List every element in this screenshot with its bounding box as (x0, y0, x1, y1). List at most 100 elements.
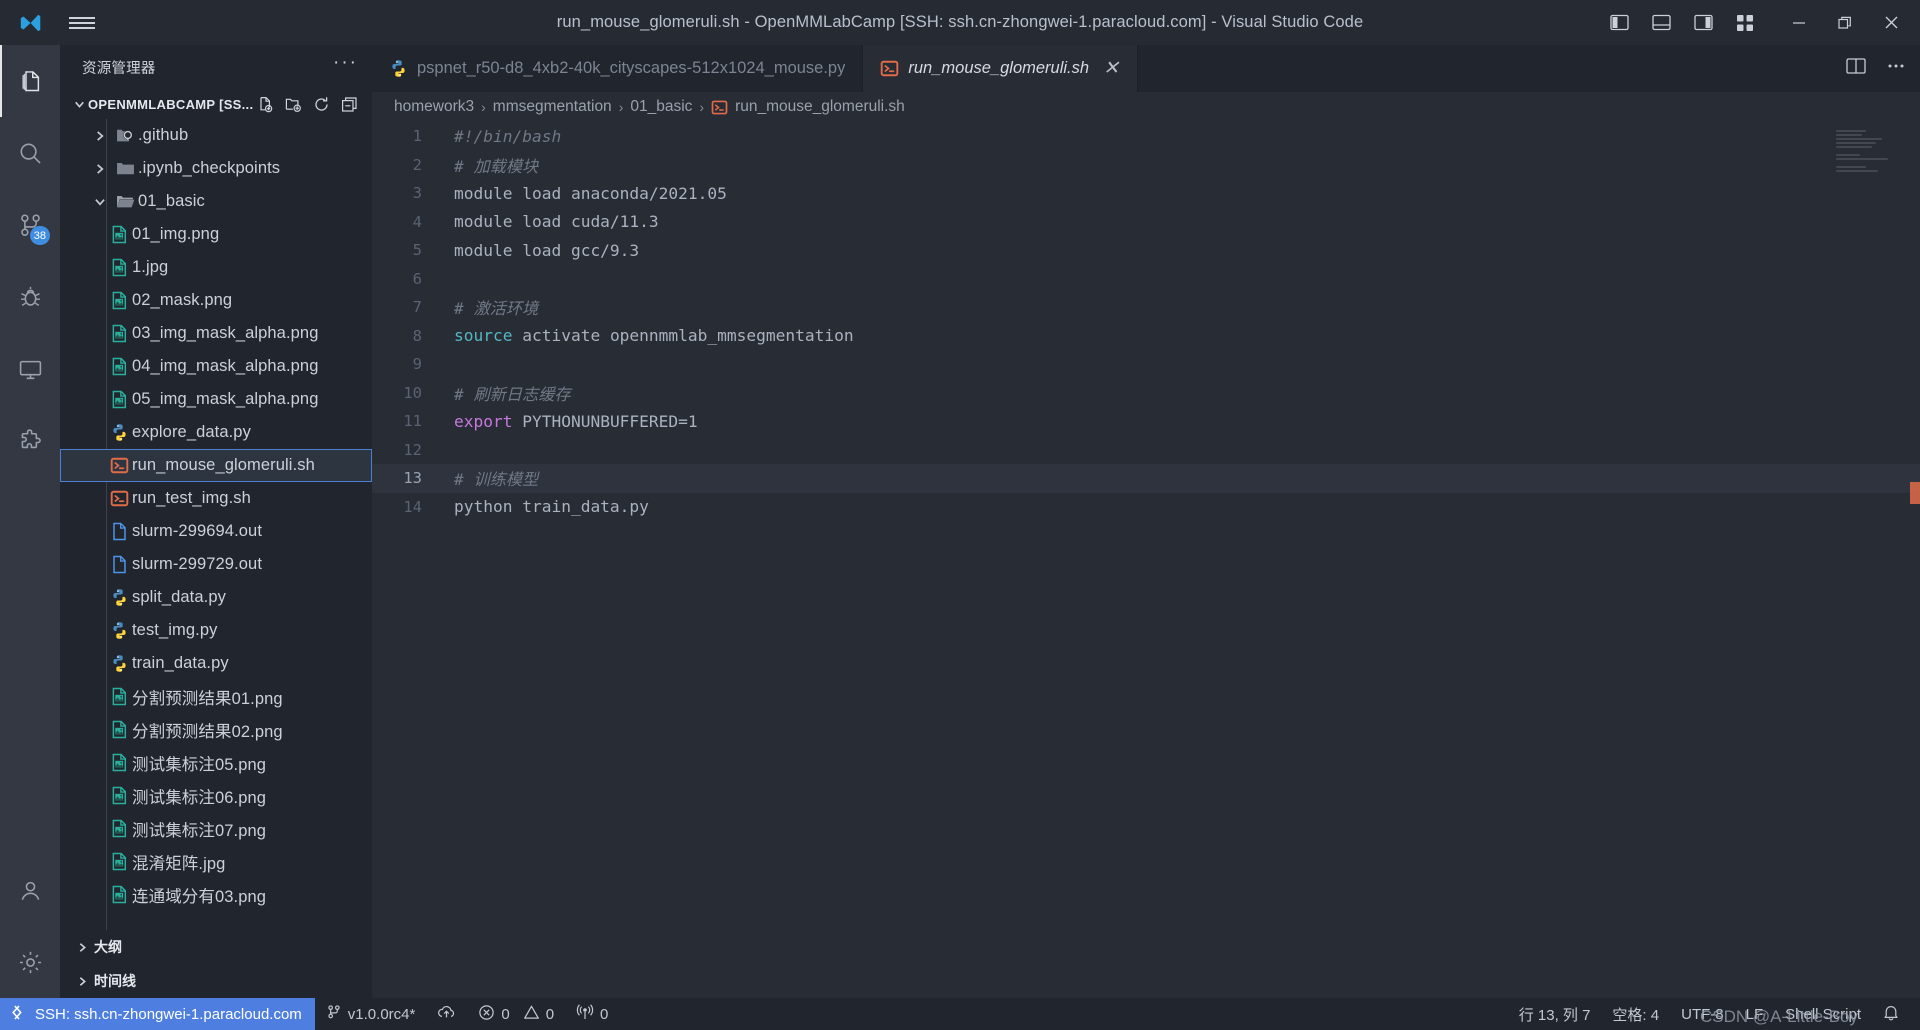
code-editor[interactable]: 1 #!/bin/bash 2 # 加载模块 3 module load anaconda… (372, 122, 1920, 998)
tree-file-row[interactable]: 测试集标注05.png (60, 746, 372, 779)
breadcrumb-item[interactable]: 01_basic (630, 98, 692, 116)
activity-item-search[interactable] (0, 117, 60, 189)
status-indentation[interactable]: 空格: 4 (1601, 998, 1670, 1030)
code-line[interactable]: 1 #!/bin/bash (372, 122, 1920, 151)
code-line[interactable]: 10 # 刷新日志缓存 (372, 379, 1920, 408)
close-button[interactable] (1868, 0, 1914, 45)
status-line-column[interactable]: 行 13, 列 7 (1508, 998, 1602, 1030)
tree-folder-row[interactable]: .ipynb_checkpoints (60, 152, 372, 185)
activity-item-run-debug[interactable] (0, 261, 60, 333)
customize-layout-icon[interactable] (1724, 0, 1766, 45)
explorer-root-section-header[interactable]: OPENMMLABCAMP [SS... (60, 89, 372, 119)
sidebar-more-actions-icon[interactable]: ··· (333, 53, 358, 77)
code-line[interactable]: 9 (372, 350, 1920, 379)
tree-file-row[interactable]: 连通域分有03.png (60, 878, 372, 911)
tree-file-row[interactable]: slurm-299694.out (60, 515, 372, 548)
image-file-icon (106, 390, 132, 409)
activity-item-explorer[interactable] (0, 45, 60, 117)
activity-item-source-control[interactable]: 38 (0, 189, 60, 261)
minimap[interactable] (1836, 130, 1898, 176)
refresh-icon[interactable] (312, 95, 330, 113)
status-notifications[interactable] (1872, 998, 1910, 1030)
new-file-icon[interactable] (256, 95, 274, 113)
scrollbar-decoration[interactable] (1910, 482, 1920, 504)
breadcrumb-item[interactable]: mmsegmentation (493, 98, 612, 116)
code-line[interactable]: 6 (372, 265, 1920, 294)
breadcrumb-item[interactable]: run_mouse_glomeruli.sh (711, 98, 905, 116)
toggle-primary-sidebar-icon[interactable] (1598, 0, 1640, 45)
file-tree[interactable]: .github .ipynb_checkpoints 01_basic 01_img.… (60, 119, 372, 930)
breadcrumb-item[interactable]: homework3 (394, 98, 474, 116)
tree-file-row[interactable]: slurm-299729.out (60, 548, 372, 581)
code-line[interactable]: 4 module load cuda/11.3 (372, 208, 1920, 237)
tree-file-row[interactable]: 测试集标注06.png (60, 779, 372, 812)
shell-file-icon (106, 456, 132, 475)
code-line[interactable]: 7 # 激活环境 (372, 293, 1920, 322)
tree-file-row[interactable]: 测试集标注07.png (60, 812, 372, 845)
status-ports[interactable]: 0 (565, 998, 619, 1030)
tree-folder-row[interactable]: 01_basic (60, 185, 372, 218)
status-source-control[interactable]: v1.0.0rc4* (315, 998, 427, 1030)
tree-file-row[interactable]: 混淆矩阵.jpg (60, 845, 372, 878)
tree-file-row[interactable]: 1.jpg (60, 251, 372, 284)
editor-tab[interactable]: run_mouse_glomeruli.sh ✕ (863, 45, 1139, 92)
collapse-all-icon[interactable] (340, 95, 358, 113)
status-eol[interactable]: LF (1735, 998, 1775, 1030)
sidebar-section-timeline[interactable]: 时间线 (60, 964, 372, 998)
code-token: # 加载模块 (454, 156, 539, 176)
close-icon[interactable]: ✕ (1102, 59, 1120, 78)
tree-file-row[interactable]: 03_img_mask_alpha.png (60, 317, 372, 350)
editor-tabs[interactable]: pspnet_r50-d8_4xb2-40k_cityscapes-512x10… (372, 45, 1920, 92)
split-editor-icon[interactable] (1846, 57, 1866, 80)
tree-file-row[interactable]: 分割预测结果01.png (60, 680, 372, 713)
activity-item-remote-explorer[interactable] (0, 333, 60, 405)
tree-file-row[interactable]: 05_img_mask_alpha.png (60, 383, 372, 416)
code-line[interactable]: 13 # 训练模型 (372, 464, 1920, 493)
activity-item-accounts[interactable] (0, 854, 60, 926)
menu-hamburger-button[interactable] (60, 0, 104, 45)
tree-file-row[interactable]: 分割预测结果02.png (60, 713, 372, 746)
tree-file-row[interactable]: 04_img_mask_alpha.png (60, 350, 372, 383)
toggle-secondary-sidebar-icon[interactable] (1682, 0, 1724, 45)
breadcrumb[interactable]: homework3 › mmsegmentation › 01_basic › run_mo… (372, 92, 1920, 122)
activity-item-extensions[interactable] (0, 405, 60, 477)
chevron-down-icon[interactable] (88, 195, 112, 209)
status-encoding[interactable]: UTF-8 (1670, 998, 1735, 1030)
code-line[interactable]: 5 module load gcc/9.3 (372, 236, 1920, 265)
chevron-right-icon[interactable] (88, 162, 112, 176)
status-sync-changes[interactable] (426, 998, 467, 1030)
sidebar-section-outline[interactable]: 大纲 (60, 930, 372, 964)
code-line-content: # 加载模块 (440, 153, 538, 177)
editor-tab[interactable]: pspnet_r50-d8_4xb2-40k_cityscapes-512x10… (372, 45, 864, 92)
minimize-button[interactable] (1776, 0, 1822, 45)
more-actions-icon[interactable] (1886, 57, 1906, 80)
tree-file-row[interactable]: run_test_img.sh (60, 482, 372, 515)
tree-file-row[interactable]: explore_data.py (60, 416, 372, 449)
tree-item-label: 03_img_mask_alpha.png (132, 324, 319, 342)
code-line[interactable]: 14 python train_data.py (372, 493, 1920, 522)
tree-file-row[interactable]: test_img.py (60, 614, 372, 647)
tree-file-row[interactable]: 01_img.png (60, 218, 372, 251)
tree-file-row[interactable]: split_data.py (60, 581, 372, 614)
shell-file-icon (106, 489, 132, 508)
chevron-right-icon[interactable] (88, 129, 112, 143)
toggle-panel-icon[interactable] (1640, 0, 1682, 45)
status-remote-indicator[interactable]: SSH: ssh.cn-zhongwei-1.paracloud.com (0, 998, 315, 1030)
code-line[interactable]: 2 # 加载模块 (372, 151, 1920, 180)
new-folder-icon[interactable] (284, 95, 302, 113)
status-problems[interactable]: 0 0 (467, 998, 565, 1030)
tree-file-row[interactable]: train_data.py (60, 647, 372, 680)
code-line[interactable]: 11 export PYTHONUNBUFFERED=1 (372, 407, 1920, 436)
activity-item-manage[interactable] (0, 926, 60, 998)
status-language-mode[interactable]: Shell Script (1774, 998, 1872, 1030)
code-line[interactable]: 3 module load anaconda/2021.05 (372, 179, 1920, 208)
tree-file-row[interactable]: 02_mask.png (60, 284, 372, 317)
error-count: 0 (501, 1005, 510, 1023)
code-line[interactable]: 12 (372, 436, 1920, 465)
tree-file-row[interactable]: run_mouse_glomeruli.sh (60, 449, 372, 482)
tree-item-label: split_data.py (132, 588, 226, 606)
breadcrumb-separator: › (481, 99, 486, 115)
maximize-restore-button[interactable] (1822, 0, 1868, 45)
tree-folder-row[interactable]: .github (60, 119, 372, 152)
code-line[interactable]: 8 source activate opennmmlab_mmsegmentati… (372, 322, 1920, 351)
